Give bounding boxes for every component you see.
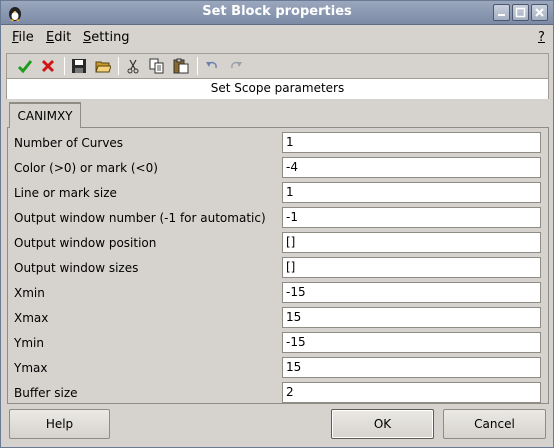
field-label: Buffer size: [14, 386, 78, 400]
check-icon: [17, 60, 33, 74]
field-input[interactable]: 15: [282, 357, 541, 378]
paste-icon: [173, 58, 189, 74]
title-bar[interactable]: Set Block properties: [1, 1, 553, 25]
undo-icon: [206, 61, 217, 69]
menu-file-label: ile: [18, 30, 34, 45]
undo-tool-button[interactable]: [202, 56, 222, 76]
ok-tool-button[interactable]: [15, 56, 35, 76]
redo-icon: [231, 61, 242, 69]
menu-edit-label: dit: [54, 30, 72, 45]
field-input[interactable]: 2: [282, 382, 541, 403]
copy-tool-button[interactable]: [147, 56, 167, 76]
toolbar: [6, 53, 549, 79]
menu-bar: File Edit Setting ?: [2, 26, 552, 50]
ok-button[interactable]: OK: [331, 409, 434, 439]
cut-icon: [127, 59, 139, 74]
close-icon: [535, 8, 544, 17]
field-input[interactable]: 1: [282, 182, 541, 203]
redo-tool-button[interactable]: [226, 56, 246, 76]
save-tool-button[interactable]: [69, 56, 89, 76]
menu-setting-label: etting: [91, 30, 130, 45]
field-label: Output window number (-1 for automatic): [14, 211, 266, 225]
tab-canimxy[interactable]: CANIMXY: [9, 102, 81, 128]
field-input[interactable]: 15: [282, 307, 541, 328]
menu-help[interactable]: ?: [538, 30, 545, 45]
field-label: Number of Curves: [14, 136, 124, 150]
window-title: Set Block properties: [202, 4, 352, 19]
menu-edit[interactable]: Edit: [46, 30, 71, 45]
save-icon: [72, 59, 86, 73]
cancel-button[interactable]: Cancel: [443, 409, 546, 439]
maximize-button[interactable]: [512, 4, 529, 21]
toolbar-separator: [118, 57, 119, 75]
field-label: Xmin: [14, 286, 45, 300]
field-input[interactable]: 1: [282, 132, 541, 153]
cross-icon: [41, 59, 55, 73]
field-input[interactable]: []: [282, 257, 541, 278]
dialog-subtitle: Set Scope parameters: [6, 79, 549, 99]
field-label: Xmax: [14, 311, 49, 325]
menu-edit-mnemonic: E: [46, 30, 55, 45]
copy-icon: [149, 58, 164, 74]
minimize-icon: [498, 14, 505, 16]
menu-setting[interactable]: Setting: [83, 30, 130, 45]
field-input[interactable]: -1: [282, 207, 541, 228]
paste-tool-button[interactable]: [171, 56, 191, 76]
open-folder-icon: [95, 61, 111, 73]
close-button[interactable]: [531, 4, 548, 21]
field-label: Line or mark size: [14, 186, 117, 200]
dialog-window: Set Block properties File Edit Setting ?: [0, 0, 554, 448]
field-input[interactable]: []: [282, 232, 541, 253]
minimize-button[interactable]: [493, 4, 510, 21]
maximize-icon: [515, 7, 526, 18]
menu-file[interactable]: File: [12, 30, 34, 45]
field-input[interactable]: -15: [282, 282, 541, 303]
open-tool-button[interactable]: [93, 56, 113, 76]
toolbar-separator: [197, 57, 198, 75]
field-label: Color (>0) or mark (<0): [14, 161, 158, 175]
toolbar-separator: [64, 57, 65, 75]
cut-tool-button[interactable]: [123, 56, 143, 76]
field-input[interactable]: -4: [282, 157, 541, 178]
field-label: Ymin: [14, 336, 44, 350]
help-button[interactable]: Help: [9, 409, 110, 439]
field-input[interactable]: -15: [282, 332, 541, 353]
field-label: Output window position: [14, 236, 157, 250]
field-label: Output window sizes: [14, 261, 139, 275]
cancel-tool-button[interactable]: [38, 56, 58, 76]
field-label: Ymax: [14, 361, 48, 375]
